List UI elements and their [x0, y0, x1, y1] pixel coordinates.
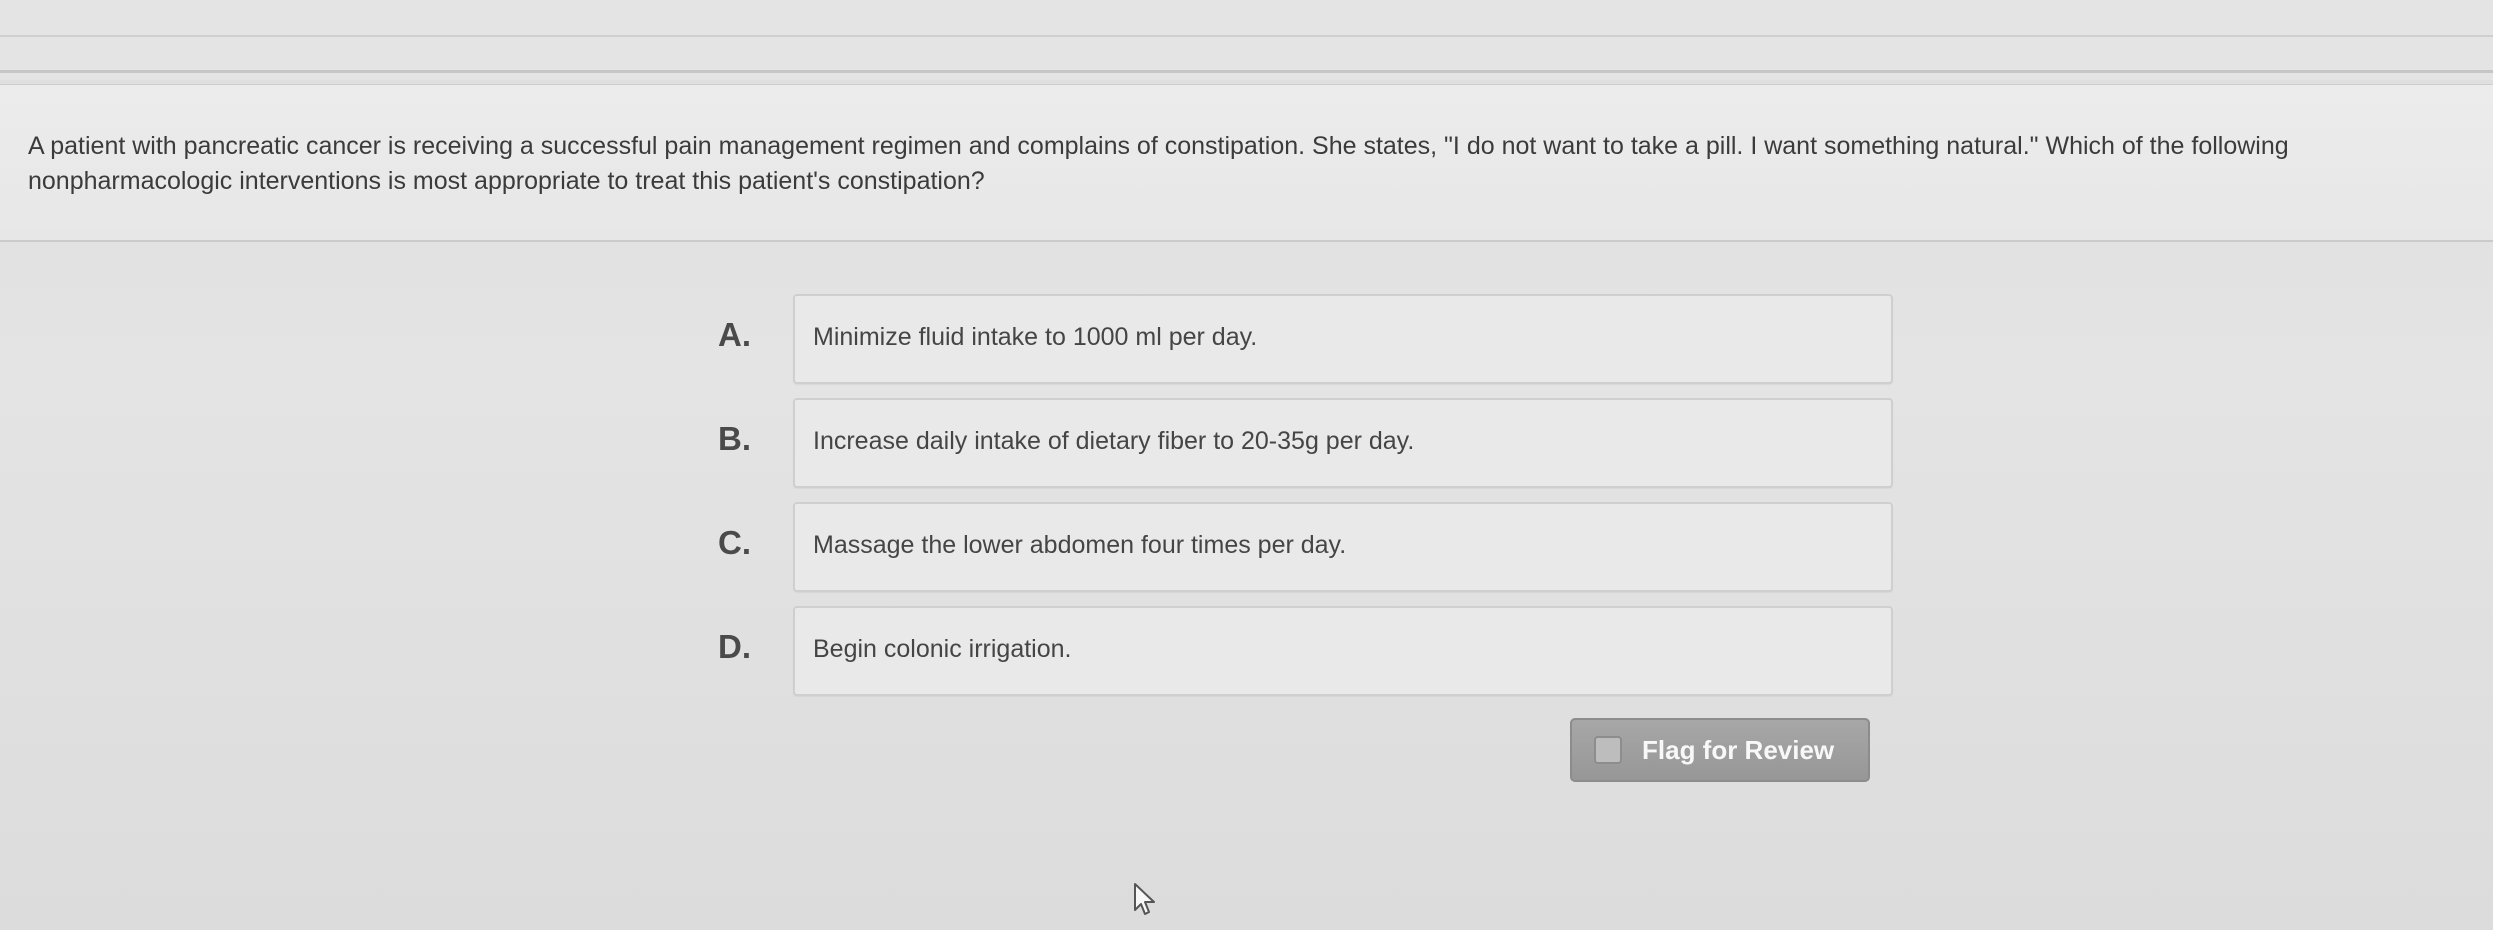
mouse-pointer-icon — [1134, 883, 1155, 915]
option-box-a[interactable]: Minimize fluid intake to 1000 ml per day… — [793, 294, 1893, 384]
header-divider — [0, 70, 2493, 73]
top-bar — [0, 0, 2493, 80]
option-letter-d: D. — [718, 628, 751, 665]
flag-for-review-button[interactable]: Flag for Review — [1570, 718, 1870, 782]
option-letter-a: A. — [718, 316, 751, 353]
answer-options: A. Minimize fluid intake to 1000 ml per … — [718, 294, 1898, 710]
question-panel: A patient with pancreatic cancer is rece… — [0, 84, 2493, 242]
option-text-d: Begin colonic irrigation. — [813, 635, 1072, 663]
answer-option-a[interactable]: A. Minimize fluid intake to 1000 ml per … — [718, 294, 1898, 398]
option-text-c: Massage the lower abdomen four times per… — [813, 531, 1347, 559]
option-box-b[interactable]: Increase daily intake of dietary fiber t… — [793, 398, 1893, 488]
option-text-b: Increase daily intake of dietary fiber t… — [813, 427, 1415, 455]
option-text-a: Minimize fluid intake to 1000 ml per day… — [813, 323, 1258, 351]
top-divider — [0, 35, 2493, 37]
answer-option-c[interactable]: C. Massage the lower abdomen four times … — [718, 502, 1898, 606]
answer-option-b[interactable]: B. Increase daily intake of dietary fibe… — [718, 398, 1898, 502]
option-box-c[interactable]: Massage the lower abdomen four times per… — [793, 502, 1893, 592]
question-text: A patient with pancreatic cancer is rece… — [28, 132, 2289, 195]
answer-option-d[interactable]: D. Begin colonic irrigation. — [718, 606, 1898, 710]
flag-for-review-label: Flag for Review — [1642, 734, 1835, 765]
option-box-d[interactable]: Begin colonic irrigation. — [793, 606, 1893, 696]
checkbox-icon[interactable] — [1594, 736, 1622, 764]
quiz-page: A patient with pancreatic cancer is rece… — [0, 0, 2493, 930]
option-letter-b: B. — [718, 420, 751, 457]
option-letter-c: C. — [718, 524, 751, 561]
